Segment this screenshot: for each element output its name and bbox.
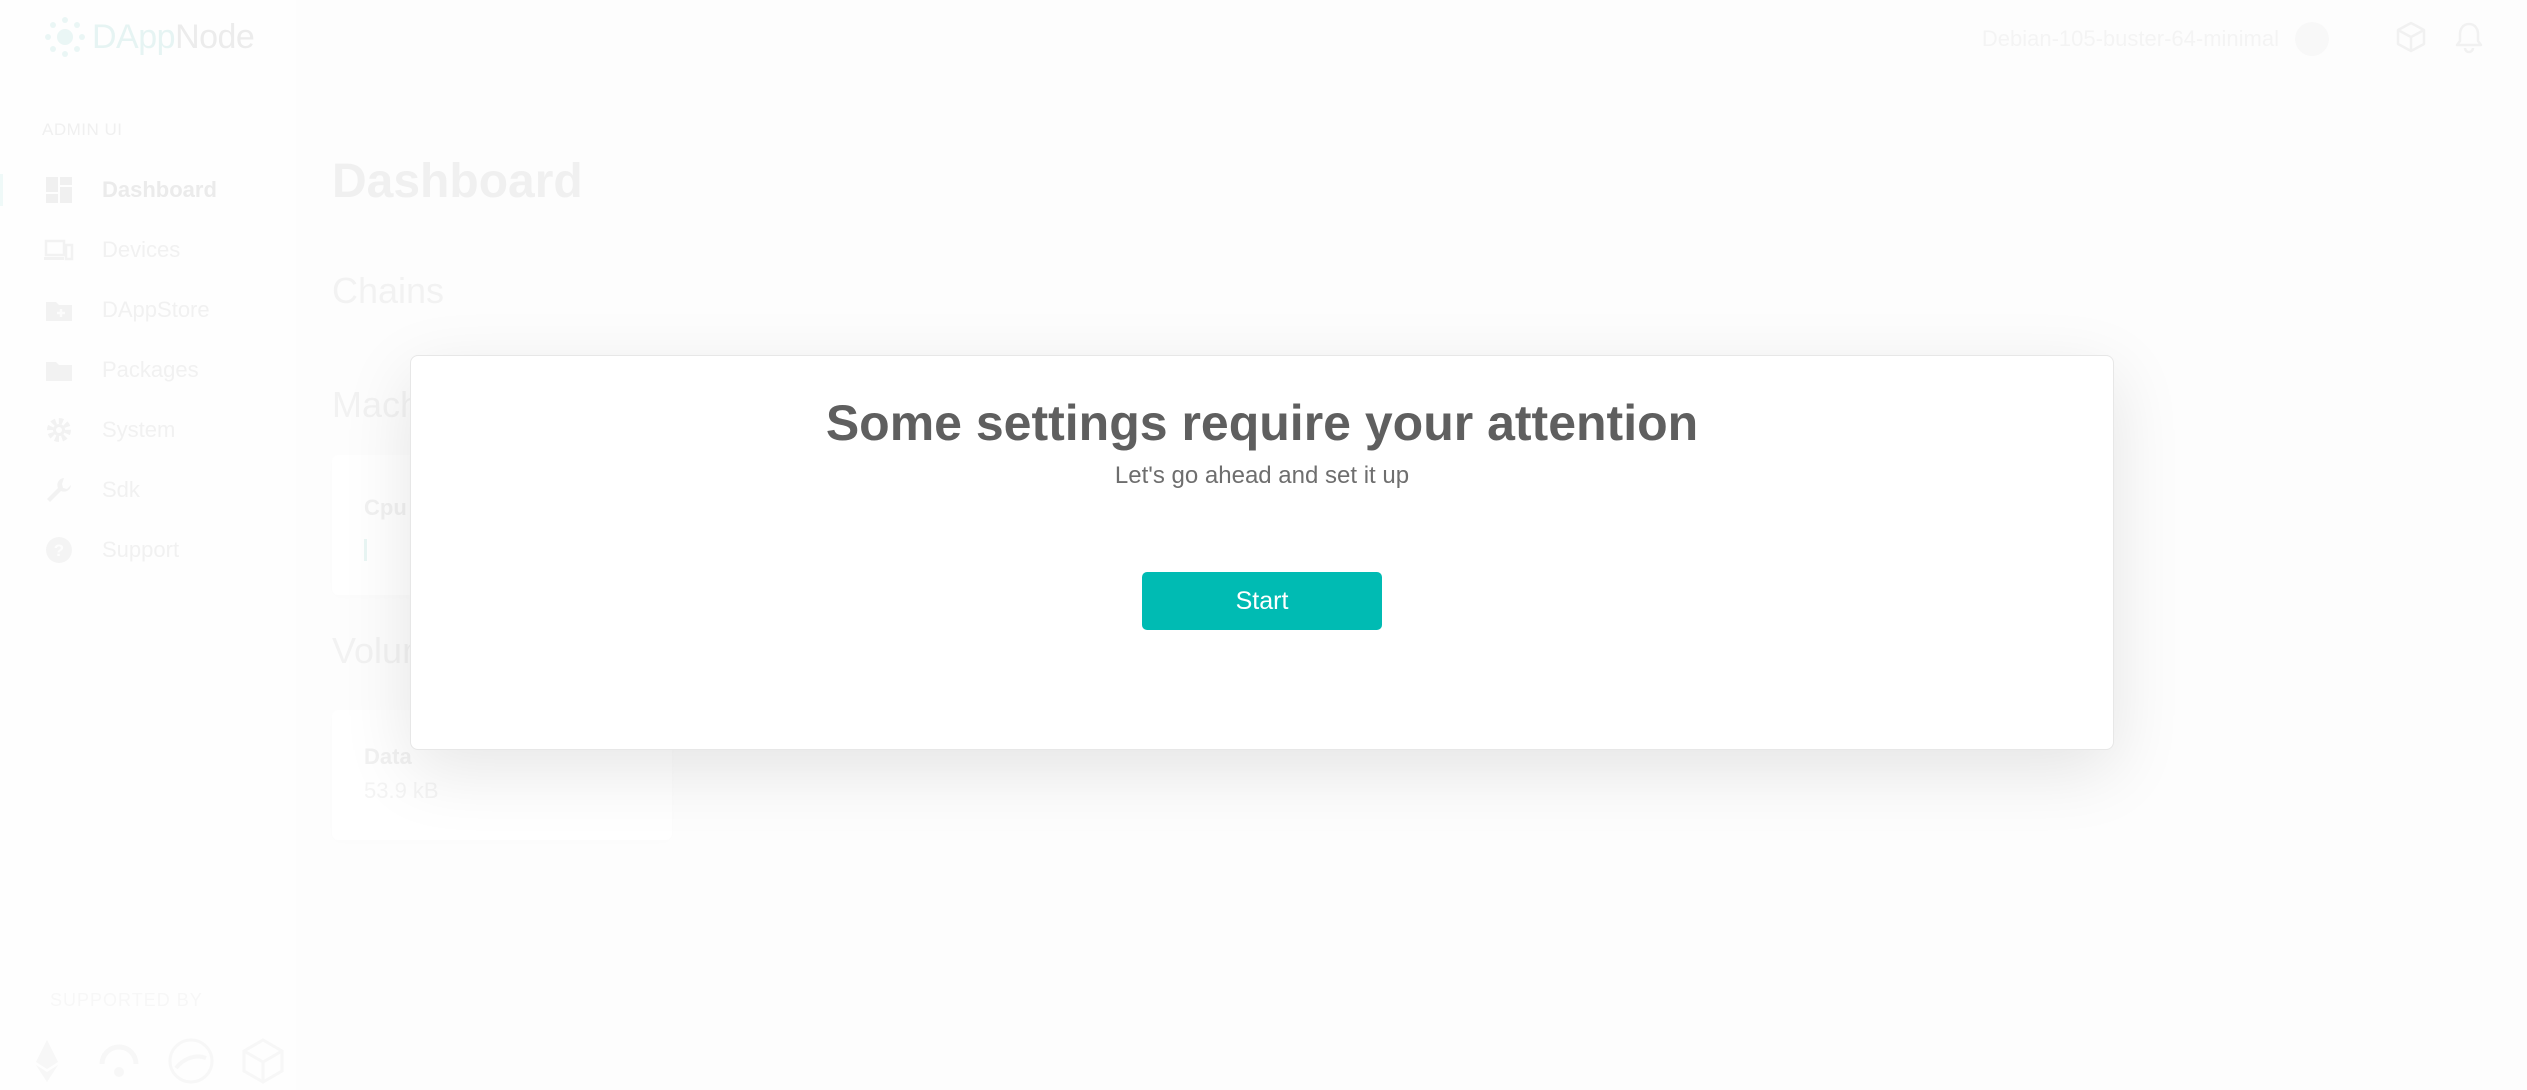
app-root: DAppNode ADMIN UI Dashboard Devices DApp… — [0, 0, 2527, 1090]
modal-subtitle: Let's go ahead and set it up — [1114, 462, 1410, 489]
modal-title: Some settings require your attention — [825, 395, 1699, 451]
setup-modal: Some settings require your attention Let… — [410, 355, 2114, 750]
start-button[interactable]: Start — [1142, 572, 1382, 630]
